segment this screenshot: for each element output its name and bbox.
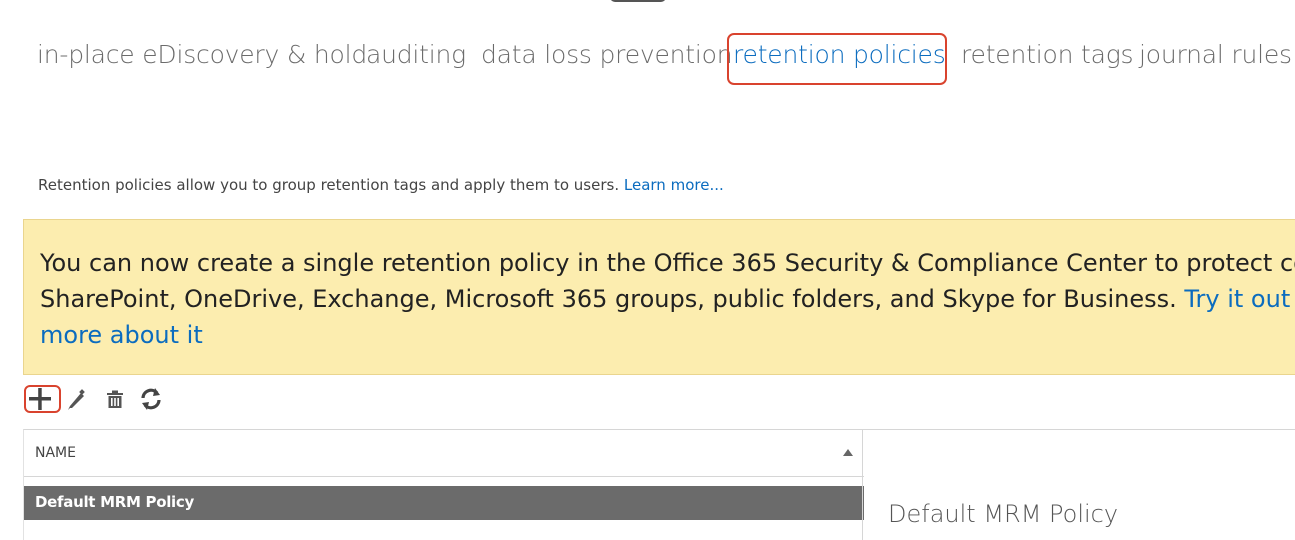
tab-data-loss-prevention[interactable]: data loss prevention [481,40,733,69]
banner-line-1: You can now create a single retention po… [40,249,1295,277]
tab-retention-tags[interactable]: retention tags [961,40,1134,69]
table-row[interactable]: Default MRM Policy [24,486,864,520]
policy-list: NAME Default MRM Policy [23,429,864,540]
learn-more-link[interactable]: Learn more... [624,176,724,194]
tab-journal-rules[interactable]: journal rules [1139,40,1292,69]
refresh-button[interactable] [137,384,165,414]
delete-button[interactable] [101,384,129,414]
delete-icon [107,390,123,408]
try-it-out-link[interactable]: Try it out no [1184,285,1295,313]
tab-auditing[interactable]: auditing [366,40,466,69]
banner-message: You can now create a single retention po… [40,245,1295,353]
compliance-tabs: in-place eDiscovery & hold auditing data… [0,36,1295,80]
details-pane: Default MRM Policy [862,429,1295,540]
banner-line-2: SharePoint, OneDrive, Exchange, Microsof… [40,281,1295,317]
add-button-highlight [24,385,61,413]
edit-icon [68,389,85,410]
row-policy-name: Default MRM Policy [35,493,194,511]
page-description: Retention policies allow you to group re… [38,176,724,194]
tab-in-place-ediscovery[interactable]: in-place eDiscovery & hold [37,40,367,69]
details-title: Default MRM Policy [888,500,1119,528]
column-header-name[interactable]: NAME [35,445,76,461]
banner-line-3: more about it [40,317,1295,353]
description-text: Retention policies allow you to group re… [38,176,620,194]
refresh-icon [141,388,161,410]
list-header: NAME [24,430,864,477]
edit-button[interactable] [62,384,90,414]
window-grip [610,0,666,2]
active-tab-highlight [727,33,947,85]
learn-more-about-it-link[interactable]: more about it [40,321,203,349]
sort-ascending-icon[interactable] [842,448,854,458]
banner-line-2-text: SharePoint, OneDrive, Exchange, Microsof… [40,285,1177,313]
info-banner: You can now create a single retention po… [23,219,1295,375]
